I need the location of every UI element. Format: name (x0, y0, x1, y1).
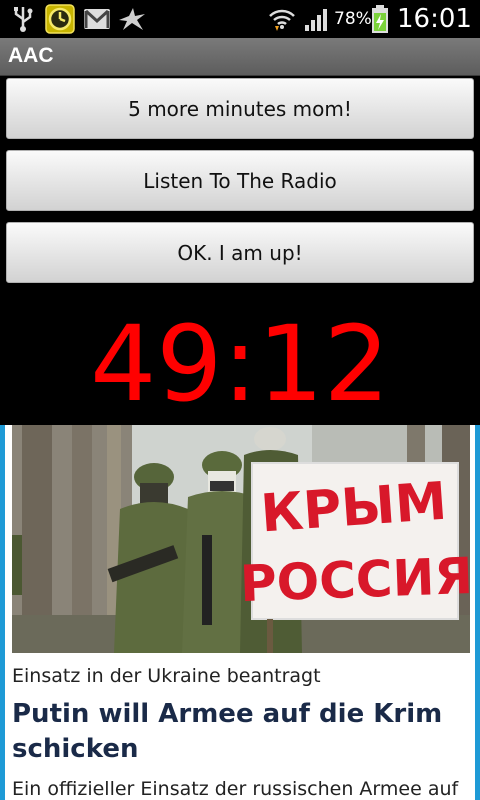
wake-up-button[interactable]: OK. I am up! (6, 222, 474, 283)
battery-charging-icon (370, 4, 390, 34)
article-headline[interactable]: Putin will Armee auf die Krim schicken (12, 697, 462, 767)
app-title-bar: AAC (0, 38, 480, 76)
sign-text-line2: РОССИЯ (239, 547, 470, 613)
gmail-icon (82, 4, 112, 34)
status-bar: 78% 16:01 (0, 0, 480, 38)
app-title: AAC (8, 44, 54, 67)
wifi-icon (266, 4, 298, 34)
signal-icon (302, 4, 332, 34)
countdown-timer: 49:12 (90, 303, 390, 425)
bird-notification-icon (116, 4, 148, 34)
article-teaser[interactable]: Ein offizieller Einsatz der russischen A… (12, 778, 475, 800)
alarm-clock-icon (44, 4, 76, 34)
clock-time: 16:01 (397, 4, 472, 34)
article-kicker[interactable]: Einsatz in der Ukraine beantragt (12, 665, 321, 687)
usb-icon (8, 4, 38, 34)
battery-percent: 78% (334, 9, 372, 29)
snooze-button[interactable]: 5 more minutes mom! (6, 78, 474, 139)
news-photo[interactable]: КРЫМ РОССИЯ (12, 425, 470, 653)
listen-radio-button[interactable]: Listen To The Radio (6, 150, 474, 211)
news-webview[interactable]: КРЫМ РОССИЯ Einsatz in der Ukraine beant… (0, 425, 480, 800)
